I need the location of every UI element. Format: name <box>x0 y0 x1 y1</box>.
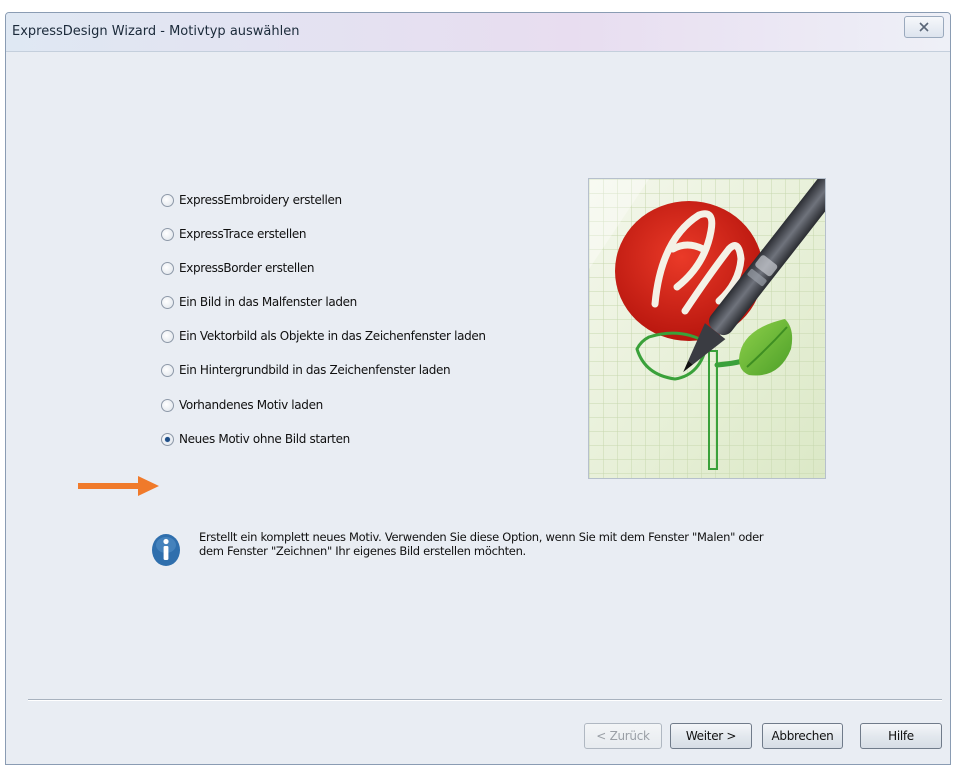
option-new-motif-without-image[interactable]: Neues Motiv ohne Bild starten <box>161 429 350 449</box>
option-load-existing-motif[interactable]: Vorhandenes Motiv laden <box>161 395 323 415</box>
option-label: ExpressEmbroidery erstellen <box>179 193 342 207</box>
option-label: Ein Hintergrundbild in das Zeichenfenste… <box>179 363 451 377</box>
wizard-window: ExpressDesign Wizard - Motivtyp auswähle… <box>5 12 951 765</box>
radio-new-motif-without-image[interactable] <box>161 432 174 446</box>
description-line-1: Erstellt ein komplett neues Motiv. Verwe… <box>199 530 764 544</box>
next-button[interactable]: Weiter > <box>670 723 752 749</box>
back-button[interactable]: < Zurück <box>584 723 662 749</box>
wizard-preview-image <box>588 178 826 479</box>
option-label: Ein Vektorbild als Objekte in das Zeiche… <box>179 329 486 343</box>
option-load-background-image[interactable]: Ein Hintergrundbild in das Zeichenfenste… <box>161 360 451 380</box>
help-button[interactable]: Hilfe <box>860 723 942 749</box>
description-text: Erstellt ein komplett neues Motiv. Verwe… <box>199 530 839 558</box>
info-icon <box>152 534 180 566</box>
cancel-button[interactable]: Abbrechen <box>762 723 843 749</box>
radio-express-border[interactable] <box>161 261 174 275</box>
radio-load-background-image[interactable] <box>161 363 174 377</box>
close-button[interactable] <box>904 16 944 38</box>
radio-load-existing-motif[interactable] <box>161 398 174 412</box>
close-icon <box>919 22 929 32</box>
option-label: Ein Bild in das Malfenster laden <box>179 295 357 309</box>
flower-pen-illustration <box>589 179 825 478</box>
option-label: Neues Motiv ohne Bild starten <box>179 432 350 446</box>
option-express-trace[interactable]: ExpressTrace erstellen <box>161 224 306 244</box>
footer-separator <box>28 699 942 701</box>
radio-express-trace[interactable] <box>161 227 174 241</box>
radio-express-embroidery[interactable] <box>161 193 174 207</box>
title-bar: ExpressDesign Wizard - Motivtyp auswähle… <box>6 13 950 52</box>
option-label: ExpressTrace erstellen <box>179 227 307 241</box>
window-title: ExpressDesign Wizard - Motivtyp auswähle… <box>12 24 300 39</box>
option-load-vector-image[interactable]: Ein Vektorbild als Objekte in das Zeiche… <box>161 326 486 346</box>
description-line-2: dem Fenster "Zeichnen" Ihr eigenes Bild … <box>199 544 526 558</box>
arrow-right-icon <box>78 476 159 496</box>
option-load-paint-image[interactable]: Ein Bild in das Malfenster laden <box>161 292 357 312</box>
pointer-arrow <box>78 475 160 501</box>
option-label: ExpressBorder erstellen <box>179 261 315 275</box>
option-express-border[interactable]: ExpressBorder erstellen <box>161 258 315 278</box>
option-express-embroidery[interactable]: ExpressEmbroidery erstellen <box>161 190 342 210</box>
radio-load-vector-image[interactable] <box>161 329 174 343</box>
radio-load-paint-image[interactable] <box>161 295 174 309</box>
option-label: Vorhandenes Motiv laden <box>179 398 323 412</box>
wizard-content: ExpressEmbroidery erstellen ExpressTrace… <box>6 52 950 764</box>
